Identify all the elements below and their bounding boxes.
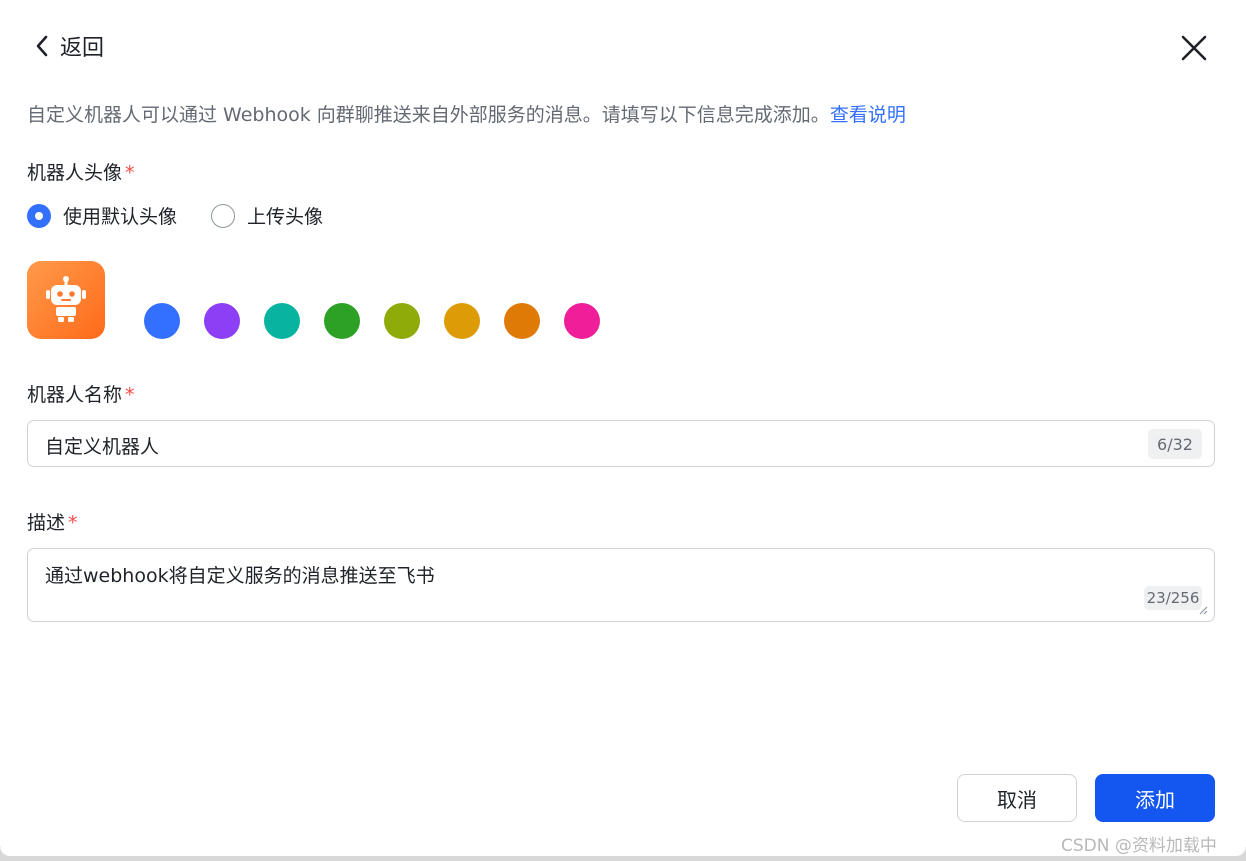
color-swatch[interactable] (324, 303, 360, 339)
bot-name-input[interactable]: 自定义机器人 6/32 (27, 420, 1215, 467)
desc-label: 描述 * (27, 508, 78, 535)
radio-unchecked-icon (211, 203, 236, 228)
avatar-color-swatches (144, 303, 600, 339)
bot-avatar (27, 261, 105, 339)
required-mark: * (68, 512, 78, 534)
back-button[interactable]: 返回 (34, 30, 104, 62)
name-char-counter: 6/32 (1148, 429, 1202, 459)
bot-name-value: 自定义机器人 (45, 436, 160, 458)
name-label-text: 机器人名称 (27, 384, 123, 406)
avatar-radio-group: 使用默认头像 上传头像 (27, 202, 357, 229)
intro-text: 自定义机器人可以通过 Webhook 向群聊推送来自外部服务的消息。请填写以下信… (27, 100, 906, 127)
add-button[interactable]: 添加 (1095, 774, 1215, 822)
color-swatch[interactable] (504, 303, 540, 339)
cancel-button[interactable]: 取消 (957, 774, 1077, 822)
color-swatch[interactable] (144, 303, 180, 339)
required-mark: * (125, 384, 135, 406)
avatar-label-text: 机器人头像 (27, 162, 123, 184)
view-docs-link[interactable]: 查看说明 (830, 104, 906, 126)
avatar-label: 机器人头像 * (27, 158, 135, 185)
required-mark: * (125, 162, 135, 184)
desc-char-counter: 23/256 (1144, 586, 1202, 610)
back-label: 返回 (60, 36, 105, 61)
radio-checked-icon (27, 203, 51, 228)
color-swatch[interactable] (204, 303, 240, 339)
robot-icon (46, 276, 86, 322)
name-label: 机器人名称 * (27, 380, 135, 407)
watermark: CSDN @资料加载中 (1061, 836, 1217, 856)
radio-label: 使用默认头像 (63, 206, 178, 228)
description-textarea[interactable]: 通过webhook将自定义服务的消息推送至飞书 23/256 (27, 548, 1215, 622)
chevron-left-icon (36, 35, 48, 57)
color-swatch[interactable] (384, 303, 420, 339)
desc-label-text: 描述 (27, 512, 66, 534)
radio-label: 上传头像 (247, 206, 324, 228)
close-icon[interactable] (1178, 32, 1210, 64)
color-swatch[interactable] (564, 303, 600, 339)
resize-handle-icon[interactable] (1198, 605, 1208, 615)
description-value: 通过webhook将自定义服务的消息推送至飞书 (45, 565, 435, 587)
intro-description: 自定义机器人可以通过 Webhook 向群聊推送来自外部服务的消息。请填写以下信… (27, 104, 830, 126)
color-swatch[interactable] (264, 303, 300, 339)
radio-upload-avatar[interactable]: 上传头像 (211, 202, 323, 229)
add-custom-bot-dialog: 返回 自定义机器人可以通过 Webhook 向群聊推送来自外部服务的消息。请填写… (0, 0, 1246, 856)
color-swatch[interactable] (444, 303, 480, 339)
radio-default-avatar[interactable]: 使用默认头像 (27, 202, 177, 229)
